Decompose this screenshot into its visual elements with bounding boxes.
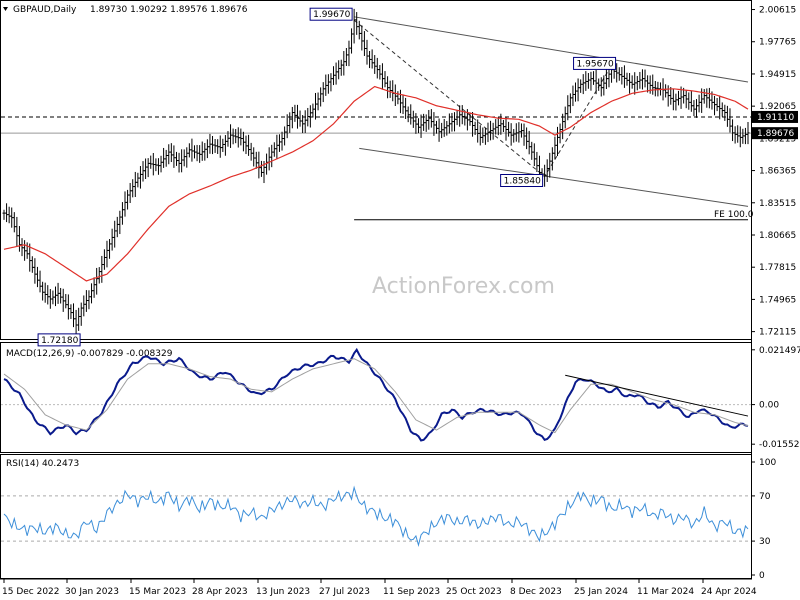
price-y-tick-label: 1.72115 <box>759 328 796 338</box>
price-label: 1.99670 <box>313 10 350 20</box>
x-tick-label: 15 Dec 2022 <box>2 587 60 597</box>
symbol-title: GBPAUD,Daily <box>13 5 77 15</box>
price-y-tick-label: 1.74965 <box>759 295 796 305</box>
current-price-label: 1.89676 <box>757 129 794 139</box>
x-tick-label: 25 Jan 2024 <box>574 587 628 597</box>
x-tick-label: 13 Jun 2023 <box>256 587 310 597</box>
x-tick-label: 28 Apr 2023 <box>192 587 248 597</box>
price-y-tick-label: 1.92065 <box>759 102 796 112</box>
rsi-y-tick-label: 100 <box>759 458 776 468</box>
price-y-tick-label: 1.86365 <box>759 167 796 177</box>
rsi-y-tick-label: 0 <box>759 571 765 581</box>
fe-label: FE 100.0 <box>714 210 754 220</box>
x-tick-label: 27 Jul 2023 <box>319 587 370 597</box>
price-label: 1.72180 <box>41 336 78 346</box>
x-tick-label: 11 Mar 2024 <box>637 587 694 597</box>
rsi-y-tick-label: 30 <box>759 537 771 547</box>
ohlc-readout: 1.89730 1.90292 1.89576 1.89676 <box>90 5 248 15</box>
macd-y-tick-label: -0.015525 <box>759 440 800 450</box>
price-y-tick-label: 1.80665 <box>759 231 796 241</box>
x-tick-label: 15 Mar 2023 <box>129 587 186 597</box>
forex-chart[interactable]: ActionForex.com GBPAUD,Daily 1.89730 1.9… <box>0 0 800 600</box>
macd-y-tick-label: 0.021497 <box>759 346 800 356</box>
macd-y-tick-label: 0.00 <box>759 401 779 411</box>
x-tick-label: 24 Apr 2024 <box>701 587 757 597</box>
price-y-tick-label: 1.97765 <box>759 38 796 48</box>
macd-panel[interactable] <box>0 342 752 453</box>
x-tick-label: 30 Jan 2023 <box>65 587 119 597</box>
rsi-y-tick-label: 70 <box>759 492 771 502</box>
price-y-tick-label: 1.83515 <box>759 199 796 209</box>
level-tag-label: 1.91110 <box>757 113 794 123</box>
price-y-tick-label: 2.00615 <box>759 6 796 16</box>
x-tick-label: 11 Sep 2023 <box>383 587 440 597</box>
watermark: ActionForex.com <box>372 274 555 299</box>
x-tick-label: 25 Oct 2023 <box>446 587 502 597</box>
price-label: 1.85840 <box>504 177 541 187</box>
price-label: 1.95670 <box>577 59 614 69</box>
price-y-tick-label: 1.77815 <box>759 263 796 273</box>
rsi-title: RSI(14) 40.2473 <box>6 459 79 469</box>
x-tick-label: 8 Dec 2023 <box>510 587 562 597</box>
price-y-tick-label: 1.94915 <box>759 70 796 80</box>
